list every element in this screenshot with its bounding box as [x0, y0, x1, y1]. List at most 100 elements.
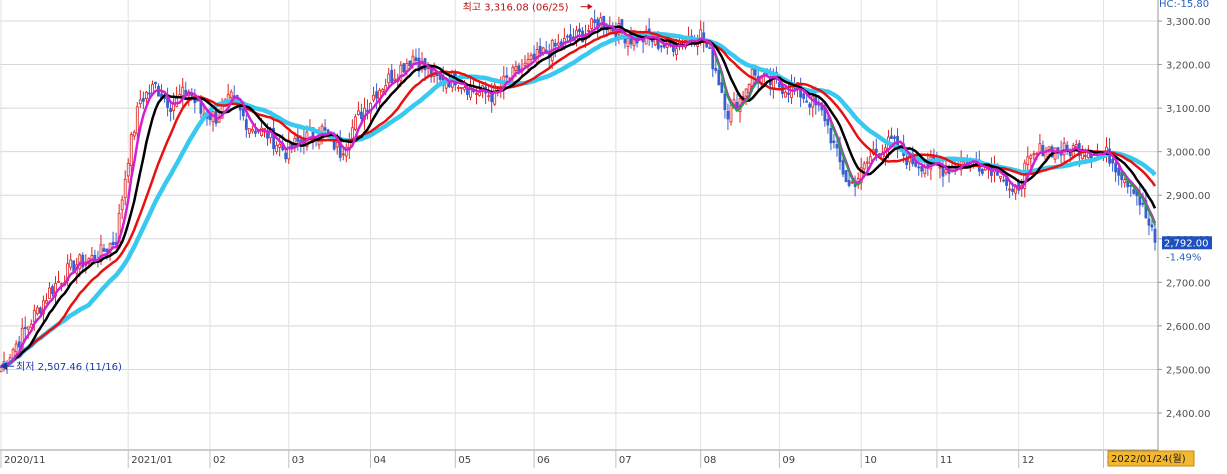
candle-body [402, 63, 406, 73]
candle-body [335, 141, 339, 148]
candle-body [729, 104, 733, 123]
candle-body [723, 93, 727, 111]
candle-body [835, 143, 839, 149]
candle-body [408, 60, 412, 66]
candle-body [1065, 144, 1069, 149]
candle-body [708, 47, 712, 50]
candle-body [917, 166, 921, 169]
candle-body [720, 82, 724, 94]
candle-body [805, 100, 809, 103]
candle-body [475, 93, 478, 95]
candle-body [841, 160, 845, 175]
x-tick-label: 09 [782, 455, 795, 466]
y-tick-label: 2,400.00 [1166, 409, 1211, 420]
candle-body [32, 310, 36, 322]
chart-area: 2,400.002,500.002,600.002,700.002,800.00… [0, 0, 1227, 470]
y-axis: 2,400.002,500.002,600.002,700.002,800.00… [1157, 0, 1227, 470]
candle-body [787, 92, 790, 95]
grid [0, 0, 1158, 449]
candle-body [154, 81, 157, 85]
candle-body [148, 92, 151, 95]
candle-body [51, 286, 54, 295]
candle-body [181, 86, 185, 97]
candle-body [372, 94, 375, 101]
candle-body [505, 75, 509, 78]
current-date-label: 2022/01/24(월) [1111, 453, 1186, 465]
x-tick-label: 06 [537, 455, 550, 466]
candle-body [81, 254, 85, 268]
candle-body [778, 82, 781, 88]
candle-body [360, 111, 363, 120]
candle-body [802, 93, 806, 99]
candle-body [784, 91, 787, 98]
candle-body [45, 300, 48, 304]
candle-body [1026, 156, 1030, 165]
candle-body [1029, 155, 1033, 159]
candle-body [57, 281, 60, 283]
candle-body [447, 82, 451, 88]
candle-body [1141, 202, 1145, 205]
candle-body [135, 106, 139, 134]
candle-body [1117, 167, 1121, 176]
candle-body [129, 134, 133, 166]
ma10-line [0, 25, 1157, 369]
x-tick-label: 2020/11 [4, 455, 46, 466]
candle-body [14, 343, 18, 353]
candle-body [387, 73, 391, 84]
candle-body [23, 326, 27, 330]
candle-body [414, 57, 418, 61]
candle-body [808, 103, 812, 108]
candle-body [487, 95, 491, 98]
candle-body [565, 35, 569, 38]
candle-body [850, 181, 854, 184]
candle-body [626, 38, 630, 47]
candle-body [1132, 189, 1136, 194]
candle-body [341, 153, 345, 156]
x-tick-label: 2021/01 [131, 455, 173, 466]
candle-body [862, 163, 866, 170]
candle-body [578, 28, 581, 33]
candle-body [26, 326, 30, 330]
candle-body [102, 248, 106, 252]
candle-body [69, 259, 73, 268]
candle-body [126, 162, 130, 177]
candle-body [247, 128, 251, 134]
candle-body [829, 127, 833, 144]
candle-body [529, 54, 533, 60]
x-tick-label: 11 [940, 455, 953, 466]
candle-body [357, 110, 360, 115]
candle-body [893, 136, 896, 139]
annotations: 최고 3,316.08 (06/25) 최저 2,507.46 (11/16) [1, 2, 593, 373]
candle-body [353, 116, 357, 130]
candle-body [244, 119, 248, 130]
candle-body [284, 152, 288, 160]
candle-body [120, 199, 124, 211]
candle-body [744, 88, 748, 97]
candle-body [1011, 188, 1015, 192]
candle-body [323, 127, 327, 131]
ma20-line [0, 29, 1157, 369]
candle-body [1083, 154, 1087, 157]
candle-body [526, 59, 530, 65]
candle-body [144, 91, 148, 99]
candle-body [132, 131, 136, 137]
candle-body [193, 99, 197, 104]
candle-body [659, 45, 663, 48]
candle-body [38, 307, 42, 314]
y-tick-label: 2,500.00 [1166, 365, 1211, 376]
high-arrow-head [587, 3, 593, 10]
candle-body [920, 166, 924, 172]
candle-body [523, 62, 527, 66]
candle-body [35, 307, 39, 315]
candle-body [1153, 228, 1157, 243]
candle-body [593, 19, 597, 23]
candle-body [826, 118, 830, 126]
x-axis: 2020/11 2021/01 02 03 04 05 06 07 08 09 10 11 12 2022… [0, 449, 1195, 470]
candle-body [111, 241, 115, 246]
candle-body [459, 87, 463, 89]
candle-body [938, 166, 942, 169]
candle-body [590, 18, 594, 29]
candle-body [538, 45, 542, 54]
candle-body [456, 86, 460, 89]
candle-body [890, 135, 893, 139]
